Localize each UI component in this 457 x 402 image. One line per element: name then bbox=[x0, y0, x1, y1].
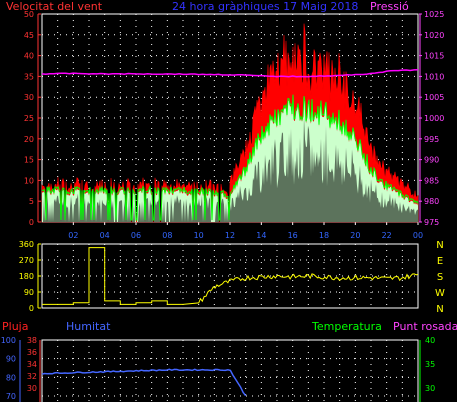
pressure-ticks: 975 980 985 990 995 1000 1005 1010 1015 1020 1025 bbox=[419, 10, 444, 227]
time-tick-label: 18 bbox=[319, 231, 329, 240]
wind-speed-title: Velocitat del vent bbox=[6, 0, 103, 13]
dew-point-label: Punt rosada bbox=[393, 320, 457, 333]
time-tick-label: 08 bbox=[162, 231, 172, 240]
pressure-tick-label: 975 bbox=[424, 218, 439, 227]
wind-tick-label: 15 bbox=[24, 156, 34, 165]
rain-label: Pluja bbox=[2, 320, 28, 333]
time-tick-label: 04 bbox=[100, 231, 110, 240]
humidity-tick-label: 100 bbox=[1, 336, 16, 345]
rain-tick-label: 30 bbox=[27, 384, 37, 393]
compass-label: E bbox=[437, 256, 443, 267]
direction-grid bbox=[42, 244, 418, 308]
time-ticks: 02 04 06 08 10 12 14 16 18 20 22 00 bbox=[68, 222, 423, 240]
compass-label: N bbox=[436, 304, 443, 315]
pressure-tick-label: 990 bbox=[424, 156, 439, 165]
direction-tick-label: 270 bbox=[19, 256, 34, 265]
wind-tick-label: 10 bbox=[24, 176, 34, 185]
pressure-tick-label: 995 bbox=[424, 135, 439, 144]
humidity-tick-label: 70 bbox=[6, 392, 16, 401]
pressure-tick-label: 1020 bbox=[424, 31, 444, 40]
direction-tick-label: 180 bbox=[19, 272, 34, 281]
pressure-title: Pressió bbox=[370, 0, 409, 13]
time-tick-label: 20 bbox=[350, 231, 360, 240]
weather-graph: Velocitat del vent 24 hora gràphiques 17… bbox=[1, 0, 457, 402]
humidity-tick-label: 90 bbox=[6, 355, 16, 364]
temperature-tick-label: 40 bbox=[425, 336, 435, 345]
pressure-line bbox=[41, 69, 419, 78]
wind-tick-label: 30 bbox=[24, 93, 34, 102]
time-tick-label: 02 bbox=[68, 231, 78, 240]
bottom-ticks: 100 90 80 70 38 36 34 32 30 40 35 30 bbox=[1, 336, 435, 401]
time-tick-label: 16 bbox=[288, 231, 298, 240]
wind-tick-label: 50 bbox=[24, 10, 34, 19]
wind-tick-label: 0 bbox=[29, 218, 34, 227]
temperature-label: Temperatura bbox=[311, 320, 382, 333]
direction-tick-label: 360 bbox=[19, 240, 34, 249]
wind-tick-label: 5 bbox=[29, 197, 34, 206]
wind-tick-label: 35 bbox=[24, 72, 34, 81]
pressure-tick-label: 980 bbox=[424, 197, 439, 206]
temperature-tick-label: 35 bbox=[425, 360, 435, 369]
humidity-label: Humitat bbox=[66, 320, 111, 333]
rain-tick-label: 36 bbox=[27, 348, 37, 357]
compass-label: S bbox=[437, 272, 443, 283]
time-tick-label: 14 bbox=[256, 231, 266, 240]
pressure-tick-label: 985 bbox=[424, 176, 439, 185]
time-tick-label: 06 bbox=[131, 231, 141, 240]
wind-tick-label: 20 bbox=[24, 135, 34, 144]
direction-tick-label: 0 bbox=[29, 304, 34, 313]
time-tick-label: 00 bbox=[413, 231, 423, 240]
wind-tick-label: 40 bbox=[24, 52, 34, 61]
time-tick-label: 22 bbox=[382, 231, 392, 240]
compass-label: N bbox=[436, 240, 443, 251]
pressure-tick-label: 1025 bbox=[424, 10, 444, 19]
time-tick-label: 12 bbox=[225, 231, 235, 240]
pressure-tick-label: 1005 bbox=[424, 93, 444, 102]
wind-tick-label: 45 bbox=[24, 31, 34, 40]
pressure-tick-label: 1000 bbox=[424, 114, 444, 123]
rain-tick-label: 32 bbox=[27, 372, 37, 381]
compass-labels: NWSEN bbox=[435, 240, 445, 315]
wind-tick-label: 25 bbox=[24, 114, 34, 123]
compass-label: W bbox=[435, 288, 445, 299]
pressure-tick-label: 1015 bbox=[424, 52, 444, 61]
rain-tick-label: 38 bbox=[27, 336, 37, 345]
temperature-tick-label: 30 bbox=[425, 384, 435, 393]
direction-tick-label: 90 bbox=[24, 288, 34, 297]
humidity-tick-label: 80 bbox=[6, 373, 16, 382]
humidity-line bbox=[41, 368, 247, 397]
time-tick-label: 10 bbox=[194, 231, 204, 240]
rain-tick-label: 34 bbox=[27, 360, 37, 369]
chart-title: 24 hora gràphiques 17 Maig 2018 bbox=[172, 0, 358, 13]
pressure-tick-label: 1010 bbox=[424, 72, 444, 81]
